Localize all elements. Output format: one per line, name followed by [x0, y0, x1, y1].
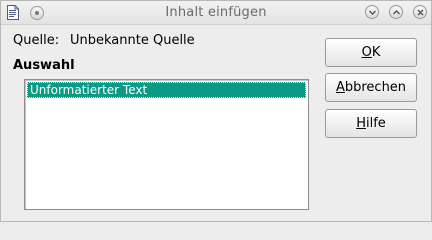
chevron-down-icon — [369, 10, 376, 15]
selection-listbox[interactable]: Unformatierter Text — [24, 79, 309, 210]
source-value: Unbekannte Quelle — [70, 33, 195, 48]
maximize-button[interactable] — [389, 5, 403, 19]
titlebar: Inhalt einfügen — [1, 1, 431, 25]
list-item-unformatted-text[interactable]: Unformatierter Text — [27, 82, 306, 98]
cancel-button[interactable]: Abbrechen — [325, 73, 417, 102]
paste-special-dialog: Inhalt einfügen Quelle: Unbekannte Quell… — [0, 0, 432, 222]
source-label: Quelle: — [13, 33, 60, 48]
close-icon — [417, 9, 424, 16]
selection-heading: Auswahl — [13, 58, 75, 73]
close-button[interactable] — [413, 5, 427, 19]
ok-button[interactable]: OK — [325, 38, 417, 67]
ok-button-label: K — [371, 45, 381, 60]
cancel-button-mnemonic: A — [335, 80, 345, 95]
help-button-mnemonic: H — [356, 116, 366, 131]
chevron-up-icon — [393, 10, 400, 15]
cancel-button-label: bbrechen — [344, 80, 407, 95]
minimize-button[interactable] — [365, 5, 379, 19]
ok-button-mnemonic: O — [361, 45, 372, 60]
help-button[interactable]: Hilfe — [325, 109, 417, 138]
help-button-label: ilfe — [365, 116, 386, 131]
